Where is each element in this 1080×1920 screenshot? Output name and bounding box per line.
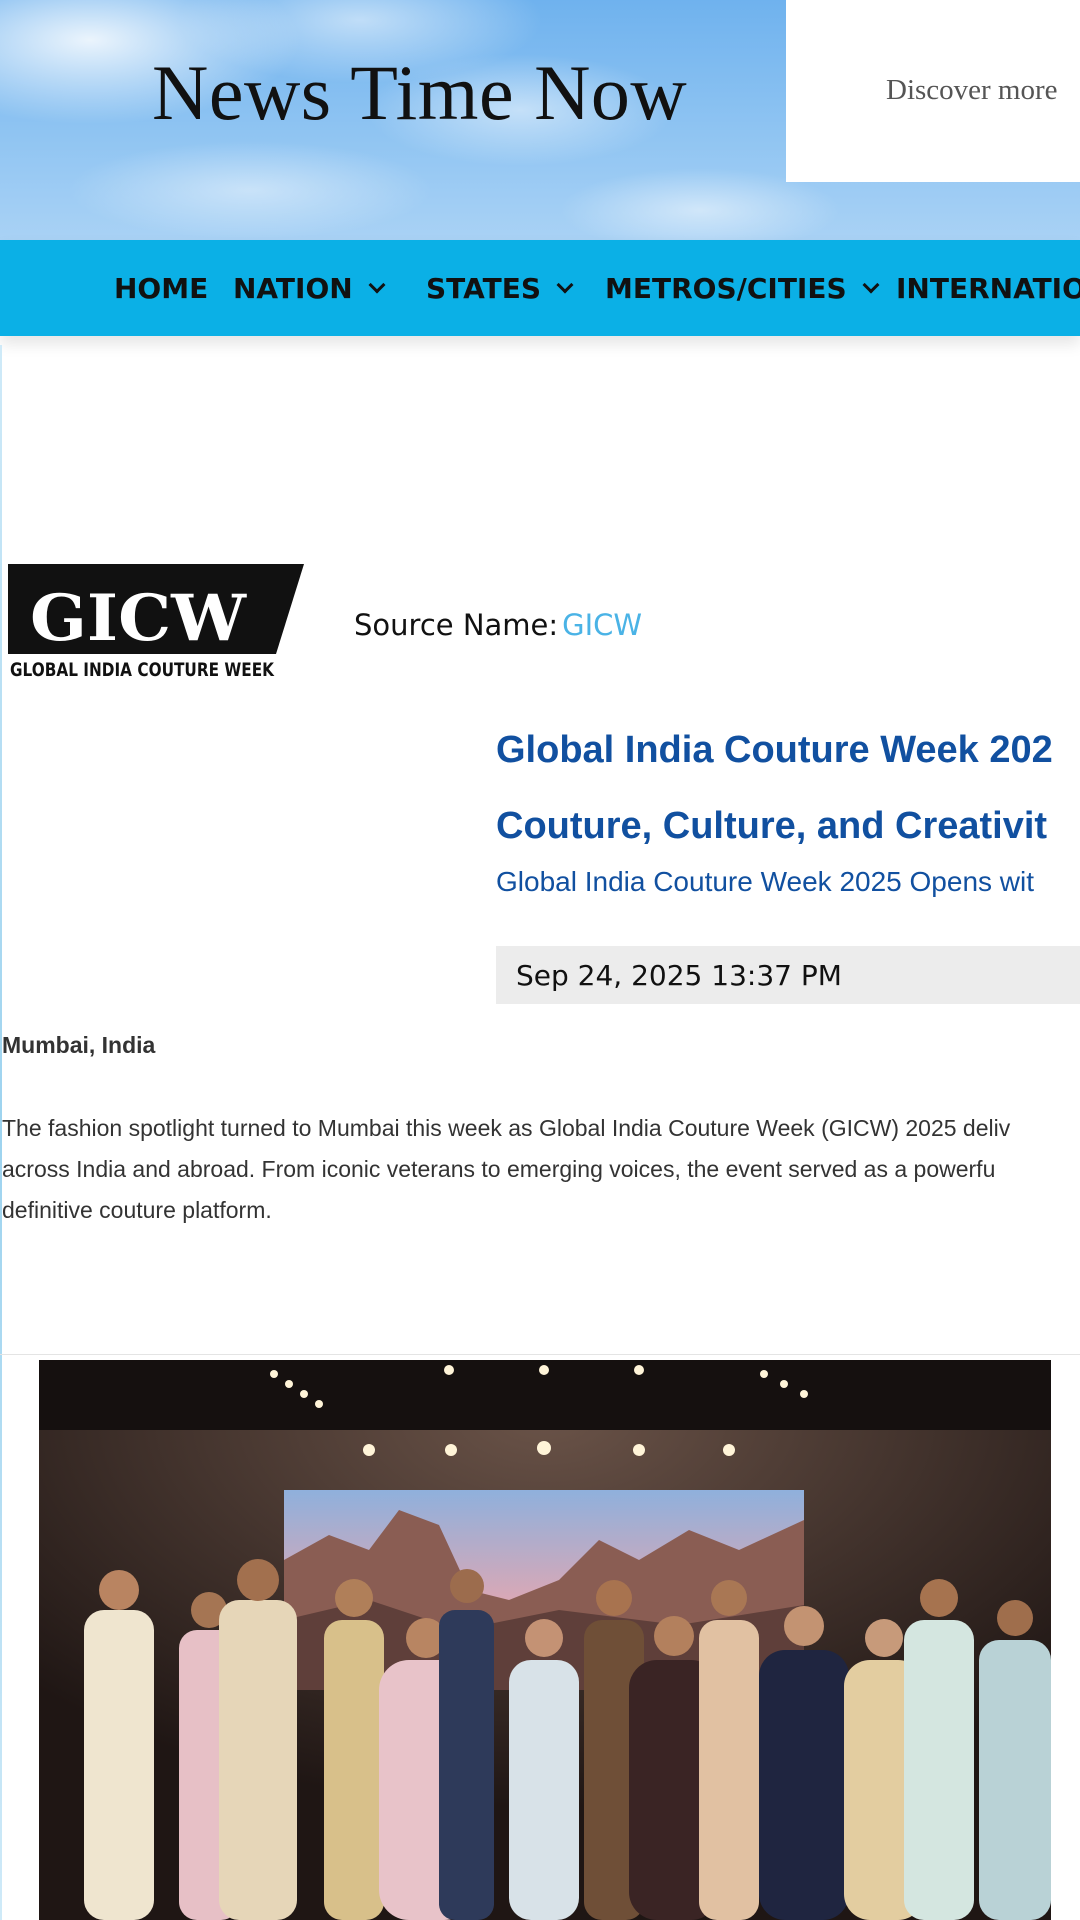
source-name-link[interactable]: GICW [562,608,642,642]
article-dateline: Mumbai, India [2,1032,156,1058]
source-line: Source Name: GICW [354,608,642,642]
nav-item-nation[interactable]: NATION [233,240,386,336]
article-headline: Global India Couture Week 202 Couture, C… [496,712,1080,864]
headline-line: Global India Couture Week 202 [496,729,1053,771]
nav-item-metros-cities[interactable]: METROS/CITIES [605,240,880,336]
nav-item-label: NATION [233,271,353,305]
nav-item-label: STATES [426,271,541,305]
gicw-logo-text: GICW [30,581,247,656]
content-divider [0,1354,1080,1355]
runway-photo-illustration [39,1360,1051,1920]
publish-date-box: Sep 24, 2025 13:37 PM [496,946,1080,1004]
gicw-logo-subtext: GLOBAL INDIA COUTURE WEEK [10,659,275,681]
nav-item-label: METROS/CITIES [605,271,847,305]
site-header: News Time Now Discover more [0,0,1080,240]
article-subheadline: Global India Couture Week 2025 Opens wit [496,866,1035,897]
nav-item-international[interactable]: INTERNATION [896,240,1080,336]
body-line: definitive couture platform. [2,1197,272,1223]
nav-item-label: INTERNATION [896,271,1080,305]
nav-item-home[interactable]: HOME [114,240,208,336]
source-label: Source Name: [354,608,559,642]
body-line: across India and abroad. From iconic vet… [2,1156,996,1182]
discover-more-panel[interactable]: Discover more [786,0,1080,182]
chevron-down-icon [368,276,386,294]
article-photo[interactable] [39,1360,1051,1920]
gicw-logo[interactable]: GICW GLOBAL INDIA COUTURE WEEK [8,562,304,682]
headline-line: Couture, Culture, and Creativit [496,805,1048,847]
chevron-down-icon [556,276,574,294]
discover-more-text: Discover more [886,74,1058,106]
site-title[interactable]: News Time Now [152,48,687,138]
article-body: The fashion spotlight turned to Mumbai t… [2,1108,1080,1231]
main-nav: HOME NATION STATES METROS/CITIES INTERNA… [0,240,1080,336]
nav-item-states[interactable]: STATES [426,240,574,336]
body-line: The fashion spotlight turned to Mumbai t… [2,1115,1011,1141]
chevron-down-icon [862,276,880,294]
nav-item-label: HOME [114,271,209,305]
publish-date: Sep 24, 2025 13:37 PM [516,958,842,992]
